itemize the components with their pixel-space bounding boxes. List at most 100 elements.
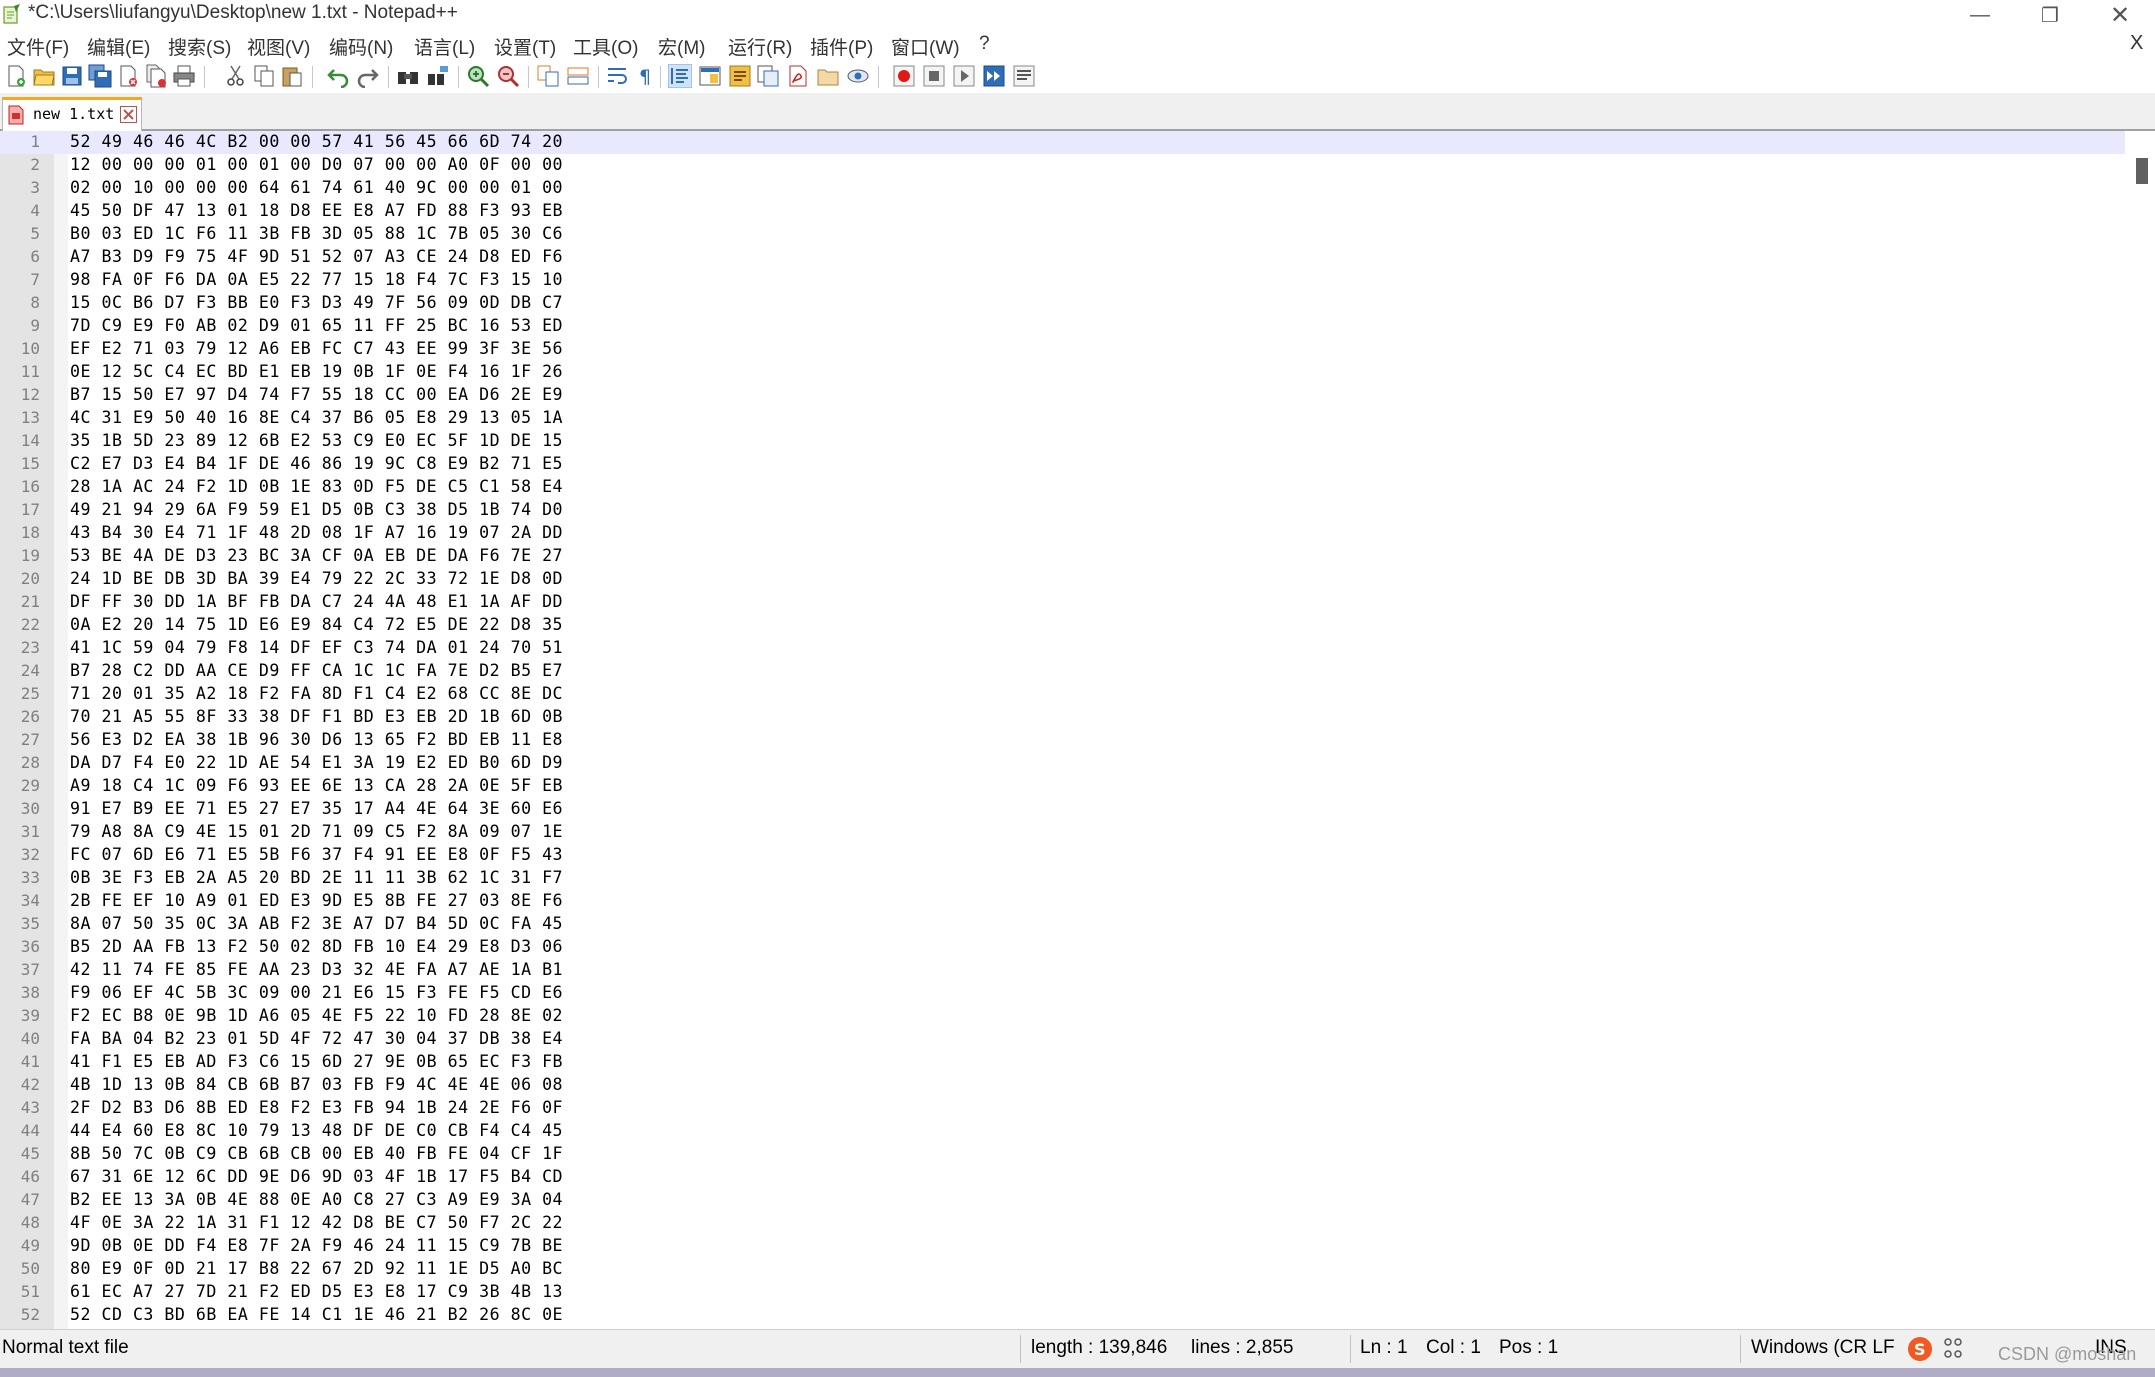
new-file-icon[interactable]	[4, 64, 28, 88]
sync-vertical-icon[interactable]	[536, 64, 560, 88]
editor-line[interactable]: 28 DA D7 F4 E0 22 1D AE 54 E1 3A 19 E2 ED…	[0, 752, 2125, 775]
editor-line[interactable]: 5 B0 03 ED 1C F6 11 3B FB 3D 05 88 1C 7B …	[0, 223, 2125, 246]
editor-line[interactable]: 52 52 CD C3 BD 6B EA FE 14 C1 1E 46 21 B2…	[0, 1304, 2125, 1327]
line-text[interactable]: 2F D2 B3 D6 8B ED E8 F2 E3 FB 94 1B 24 2…	[70, 1098, 563, 1117]
line-text[interactable]: 0A E2 20 14 75 1D E6 E9 84 C4 72 E5 DE 2…	[70, 615, 563, 634]
macro-save-icon[interactable]	[1012, 64, 1036, 88]
line-text[interactable]: 70 21 A5 55 8F 33 38 DF F1 BD E3 EB 2D 1…	[70, 707, 563, 726]
line-text[interactable]: 41 F1 E5 EB AD F3 C6 15 6D 27 9E 0B 65 E…	[70, 1052, 563, 1071]
editor-line[interactable]: 38 F9 06 EF 4C 5B 3C 09 00 21 E6 15 F3 FE…	[0, 982, 2125, 1005]
editor-line[interactable]: 31 79 A8 8A C9 4E 15 01 2D 71 09 C5 F2 8A…	[0, 821, 2125, 844]
cut-icon[interactable]	[224, 64, 248, 88]
menu-language[interactable]: 语言(L)	[414, 33, 475, 60]
line-text[interactable]: 9D 0B 0E DD F4 E8 7F 2A F9 46 24 11 15 C…	[70, 1236, 563, 1255]
line-text[interactable]: 80 E9 0F 0D 21 17 B8 22 67 2D 92 11 1E D…	[70, 1259, 563, 1278]
doc-map-icon[interactable]	[698, 64, 722, 88]
editor-line[interactable]: 6 A7 B3 D9 F9 75 4F 9D 51 52 07 A3 CE 24 …	[0, 246, 2125, 269]
editor-line[interactable]: 15 C2 E7 D3 E4 B4 1F DE 46 86 19 9C C8 E9…	[0, 453, 2125, 476]
paste-icon[interactable]	[280, 64, 304, 88]
line-text[interactable]: 15 0C B6 D7 F3 BB E0 F3 D3 49 7F 56 09 0…	[70, 293, 563, 312]
editor-line[interactable]: 33 0B 3E F3 EB 2A A5 20 BD 2E 11 11 3B 62…	[0, 867, 2125, 890]
editor-line[interactable]: 3 02 00 10 00 00 00 64 61 74 61 40 9C 00 …	[0, 177, 2125, 200]
menu-help[interactable]: ?	[979, 33, 990, 55]
editor-line[interactable]: 43 2F D2 B3 D6 8B ED E8 F2 E3 FB 94 1B 24…	[0, 1097, 2125, 1120]
line-text[interactable]: F2 EC B8 0E 9B 1D A6 05 4E F5 22 10 FD 2…	[70, 1006, 563, 1025]
editor-line[interactable]: 20 24 1D BE DB 3D BA 39 E4 79 22 2C 33 72…	[0, 568, 2125, 591]
editor-line[interactable]: 13 4C 31 E9 50 40 16 8E C4 37 B6 05 E8 29…	[0, 407, 2125, 430]
editor-line[interactable]: 26 70 21 A5 55 8F 33 38 DF F1 BD E3 EB 2D…	[0, 706, 2125, 729]
editor-line[interactable]: 8 15 0C B6 D7 F3 BB E0 F3 D3 49 7F 56 09 …	[0, 292, 2125, 315]
scrollbar-thumb[interactable]	[2136, 158, 2148, 184]
close-all-icon[interactable]	[144, 64, 168, 88]
copy-icon[interactable]	[252, 64, 276, 88]
line-text[interactable]: B0 03 ED 1C F6 11 3B FB 3D 05 88 1C 7B 0…	[70, 224, 563, 243]
folder-icon[interactable]	[816, 64, 840, 88]
line-text[interactable]: B7 28 C2 DD AA CE D9 FF CA 1C 1C FA 7E D…	[70, 661, 563, 680]
macro-stop-icon[interactable]	[922, 64, 946, 88]
zoom-in-icon[interactable]	[466, 64, 490, 88]
save-icon[interactable]	[60, 64, 84, 88]
line-text[interactable]: 42 11 74 FE 85 FE AA 23 D3 32 4E FA A7 A…	[70, 960, 563, 979]
line-text[interactable]: 8B 50 7C 0B C9 CB 6B CB 00 EB 40 FB FE 0…	[70, 1144, 563, 1163]
menu-view[interactable]: 视图(V)	[247, 33, 310, 60]
line-text[interactable]: 52 CD C3 BD 6B EA FE 14 C1 1E 46 21 B2 2…	[70, 1305, 563, 1324]
close-document-button[interactable]: X	[2130, 32, 2143, 55]
line-text[interactable]: 98 FA 0F F6 DA 0A E5 22 77 15 18 F4 7C F…	[70, 270, 563, 289]
editor-line[interactable]: 51 61 EC A7 27 7D 21 F2 ED D5 E3 E8 17 C9…	[0, 1281, 2125, 1304]
editor-line[interactable]: 1 52 49 46 46 4C B2 00 00 57 41 56 45 66 …	[0, 131, 2125, 154]
line-text[interactable]: 28 1A AC 24 F2 1D 0B 1E 83 0D F5 DE C5 C…	[70, 477, 563, 496]
zoom-out-icon[interactable]	[496, 64, 520, 88]
line-text[interactable]: FC 07 6D E6 71 E5 5B F6 37 F4 91 EE E8 0…	[70, 845, 563, 864]
editor-line[interactable]: 19 53 BE 4A DE D3 23 BC 3A CF 0A EB DE DA…	[0, 545, 2125, 568]
sogou-ime-icon[interactable]: S	[1907, 1336, 1933, 1362]
menu-edit[interactable]: 编辑(E)	[87, 33, 150, 60]
menu-tools[interactable]: 工具(O)	[573, 33, 638, 60]
line-text[interactable]: FA BA 04 B2 23 01 5D 4F 72 47 30 04 37 D…	[70, 1029, 563, 1048]
vertical-scrollbar[interactable]	[2129, 131, 2155, 1329]
line-text[interactable]: 4F 0E 3A 22 1A 31 F1 12 42 D8 BE C7 50 F…	[70, 1213, 563, 1232]
tab-close-icon[interactable]	[120, 106, 137, 123]
editor-line[interactable]: 46 67 31 6E 12 6C DD 9E D6 9D 03 4F 1B 17…	[0, 1166, 2125, 1189]
editor-line[interactable]: 35 8A 07 50 35 0C 3A AB F2 3E A7 D7 B4 5D…	[0, 913, 2125, 936]
line-text[interactable]: 49 21 94 29 6A F9 59 E1 D5 0B C3 38 D5 1…	[70, 500, 563, 519]
menu-plugins[interactable]: 插件(P)	[810, 33, 873, 60]
tab-new-1[interactable]: new 1.txt	[2, 97, 142, 131]
line-text[interactable]: 0B 3E F3 EB 2A A5 20 BD 2E 11 11 3B 62 1…	[70, 868, 563, 887]
status-eol-format[interactable]: Windows (CR LF	[1751, 1337, 1895, 1359]
line-text[interactable]: 45 50 DF 47 13 01 18 D8 EE E8 A7 FD 88 F…	[70, 201, 563, 220]
editor-area[interactable]: 1 52 49 46 46 4C B2 00 00 57 41 56 45 66 …	[0, 131, 2155, 1329]
editor-line[interactable]: 29 A9 18 C4 1C 09 F6 93 EE 6E 13 CA 28 2A…	[0, 775, 2125, 798]
save-all-icon[interactable]	[88, 64, 112, 88]
line-text[interactable]: 24 1D BE DB 3D BA 39 E4 79 22 2C 33 72 1…	[70, 569, 563, 588]
editor-line[interactable]: 17 49 21 94 29 6A F9 59 E1 D5 0B C3 38 D5…	[0, 499, 2125, 522]
editor-line[interactable]: 48 4F 0E 3A 22 1A 31 F1 12 42 D8 BE C7 50…	[0, 1212, 2125, 1235]
menu-search[interactable]: 搜索(S)	[168, 33, 231, 60]
line-text[interactable]: A9 18 C4 1C 09 F6 93 EE 6E 13 CA 28 2A 0…	[70, 776, 563, 795]
editor-line[interactable]: 9 7D C9 E9 F0 AB 02 D9 01 65 11 FF 25 BC …	[0, 315, 2125, 338]
line-text[interactable]: 56 E3 D2 EA 38 1B 96 30 D6 13 65 F2 BD E…	[70, 730, 563, 749]
line-text[interactable]: 79 A8 8A C9 4E 15 01 2D 71 09 C5 F2 8A 0…	[70, 822, 563, 841]
find-icon[interactable]	[396, 64, 420, 88]
menu-encoding[interactable]: 编码(N)	[329, 33, 393, 60]
editor-line[interactable]: 37 42 11 74 FE 85 FE AA 23 D3 32 4E FA A7…	[0, 959, 2125, 982]
editor-line[interactable]: 22 0A E2 20 14 75 1D E6 E9 84 C4 72 E5 DE…	[0, 614, 2125, 637]
line-text[interactable]: 41 1C 59 04 79 F8 14 DF EF C3 74 DA 01 2…	[70, 638, 563, 657]
editor-line[interactable]: 18 43 B4 30 E4 71 1F 48 2D 08 1F A7 16 19…	[0, 522, 2125, 545]
editor-line[interactable]: 10 EF E2 71 03 79 12 A6 EB FC C7 43 EE 99…	[0, 338, 2125, 361]
editor-line[interactable]: 23 41 1C 59 04 79 F8 14 DF EF C3 74 DA 01…	[0, 637, 2125, 660]
line-text[interactable]: EF E2 71 03 79 12 A6 EB FC C7 43 EE 99 3…	[70, 339, 563, 358]
editor-line[interactable]: 47 B2 EE 13 3A 0B 4E 88 0E A0 C8 27 C3 A9…	[0, 1189, 2125, 1212]
editor-line[interactable]: 2 12 00 00 00 01 00 01 00 D0 07 00 00 A0 …	[0, 154, 2125, 177]
show-all-chars-icon[interactable]: ¶	[634, 64, 658, 88]
menu-run[interactable]: 运行(R)	[728, 33, 792, 60]
editor-line[interactable]: 27 56 E3 D2 EA 38 1B 96 30 D6 13 65 F2 BD…	[0, 729, 2125, 752]
editor-line[interactable]: 7 98 FA 0F F6 DA 0A E5 22 77 15 18 F4 7C …	[0, 269, 2125, 292]
editor-line[interactable]: 32 FC 07 6D E6 71 E5 5B F6 37 F4 91 EE E8…	[0, 844, 2125, 867]
editor-line[interactable]: 36 B5 2D AA FB 13 F2 50 02 8D FB 10 E4 29…	[0, 936, 2125, 959]
close-icon[interactable]	[116, 64, 140, 88]
indent-guide-icon[interactable]	[668, 64, 692, 88]
undo-icon[interactable]	[326, 64, 350, 88]
menu-window[interactable]: 窗口(W)	[891, 33, 960, 60]
maximize-button[interactable]: ❐	[2020, 0, 2080, 30]
editor-line[interactable]: 30 91 E7 B9 EE 71 E5 27 E7 35 17 A4 4E 64…	[0, 798, 2125, 821]
